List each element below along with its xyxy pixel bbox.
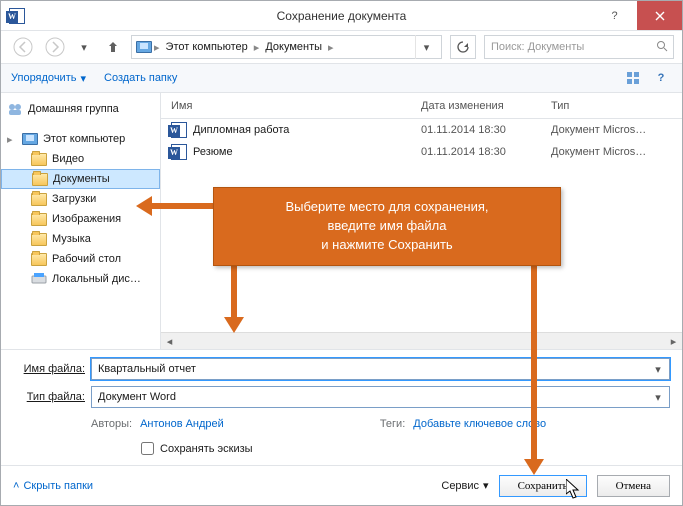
filename-label: Имя файла: [13,363,85,375]
nav-up-button[interactable] [99,35,127,59]
breadcrumb-root-icon [136,39,152,55]
save-dialog-window: Сохранение документа ? ▾ ▸ Этот компьюте… [0,0,683,506]
filetype-label: Тип файла: [13,391,85,403]
word-file-icon [171,122,187,138]
horizontal-scrollbar[interactable]: ◂ ▸ [161,332,682,349]
sidebar: Домашняя группа ▸ Этот компьютер Видео Д… [1,93,161,349]
disk-icon [31,271,47,287]
expand-icon[interactable]: ▸ [7,133,17,146]
breadcrumb-seg-pc[interactable]: Этот компьютер [162,41,252,53]
file-row[interactable]: Дипломная работа 01.11.2014 18:30 Докуме… [161,119,682,141]
breadcrumb-dropdown-button[interactable]: ▾ [415,35,437,59]
authors-label: Авторы: [91,418,132,430]
file-row[interactable]: Резюме 01.11.2014 18:30 Документ Micros… [161,141,682,163]
chevron-down-icon[interactable]: ▾ [649,360,667,378]
search-icon [656,40,668,55]
folder-icon [32,171,48,187]
sidebar-homegroup[interactable]: Домашняя группа [1,99,160,119]
tools-button[interactable]: Сервис ▾ [441,479,488,492]
sidebar-item-desktop[interactable]: Рабочий стол [1,249,160,269]
tutorial-callout: Выберите место для сохранения, введите и… [213,187,561,266]
nav-back-button[interactable] [9,35,37,59]
folder-icon [31,211,47,227]
titlebar: Сохранение документа ? [1,1,682,31]
folder-icon [31,151,47,167]
chevron-right-icon: ▸ [326,41,336,54]
homegroup-icon [7,101,23,117]
pc-icon [22,131,38,147]
window-controls: ? [592,1,682,30]
help-button[interactable]: ? [650,67,672,89]
tags-label: Теги: [380,418,405,430]
save-form: Имя файла: Квартальный отчет ▾ Тип файла… [1,349,682,465]
refresh-button[interactable] [450,35,476,59]
chevron-down-icon: ▾ [80,72,86,85]
sidebar-this-pc[interactable]: ▸ Этот компьютер [1,129,160,149]
organize-button[interactable]: Упорядочить ▾ [11,72,86,85]
hide-folders-button[interactable]: ˄ Скрыть папки [13,480,93,492]
save-thumbnails-label: Сохранять эскизы [160,443,253,455]
save-thumbnails-checkbox[interactable] [141,442,154,455]
chevron-down-icon[interactable]: ▾ [649,388,667,406]
col-name[interactable]: Имя [171,100,421,112]
window-close-button[interactable] [637,1,682,30]
meta-row: Авторы: Антонов Андрей Теги: Добавьте кл… [13,414,670,430]
window-help-button[interactable]: ? [592,1,637,30]
chevron-down-icon: ▾ [483,479,489,492]
filename-input[interactable]: Квартальный отчет ▾ [91,358,670,380]
filetype-select[interactable]: Документ Word ▾ [91,386,670,408]
breadcrumb[interactable]: ▸ Этот компьютер ▸ Документы ▸ ▾ [131,35,442,59]
search-placeholder: Поиск: Документы [491,41,584,53]
cursor-icon [566,479,580,502]
word-file-icon [171,144,187,160]
scroll-right-icon[interactable]: ▸ [665,333,682,350]
tags-value[interactable]: Добавьте ключевое слово [413,418,546,430]
folder-icon [31,191,47,207]
file-list-header: Имя Дата изменения Тип [161,93,682,119]
toolbar: Упорядочить ▾ Создать папку ? [1,63,682,93]
breadcrumb-seg-docs[interactable]: Документы [261,41,326,53]
window-title: Сохранение документа [1,1,682,30]
col-date[interactable]: Дата изменения [421,100,551,112]
nav-recent-button[interactable]: ▾ [73,41,95,54]
folder-icon [31,251,47,267]
chevron-right-icon: ▸ [252,41,262,54]
chevron-up-icon: ˄ [13,480,19,492]
folder-icon [31,231,47,247]
scroll-left-icon[interactable]: ◂ [161,333,178,350]
cancel-button[interactable]: Отмена [597,475,670,497]
authors-value[interactable]: Антонов Андрей [140,418,224,430]
sidebar-item-localdisk[interactable]: Локальный дис… [1,269,160,289]
sidebar-item-video[interactable]: Видео [1,149,160,169]
col-type[interactable]: Тип [551,100,682,112]
chevron-right-icon: ▸ [152,41,162,54]
new-folder-button[interactable]: Создать папку [104,72,177,84]
nav-row: ▾ ▸ Этот компьютер ▸ Документы ▸ ▾ Поиск… [1,31,682,63]
view-options-button[interactable] [622,67,644,89]
nav-forward-button[interactable] [41,35,69,59]
sidebar-item-music[interactable]: Музыка [1,229,160,249]
search-input[interactable]: Поиск: Документы [484,35,674,59]
sidebar-item-documents[interactable]: Документы [1,169,160,189]
